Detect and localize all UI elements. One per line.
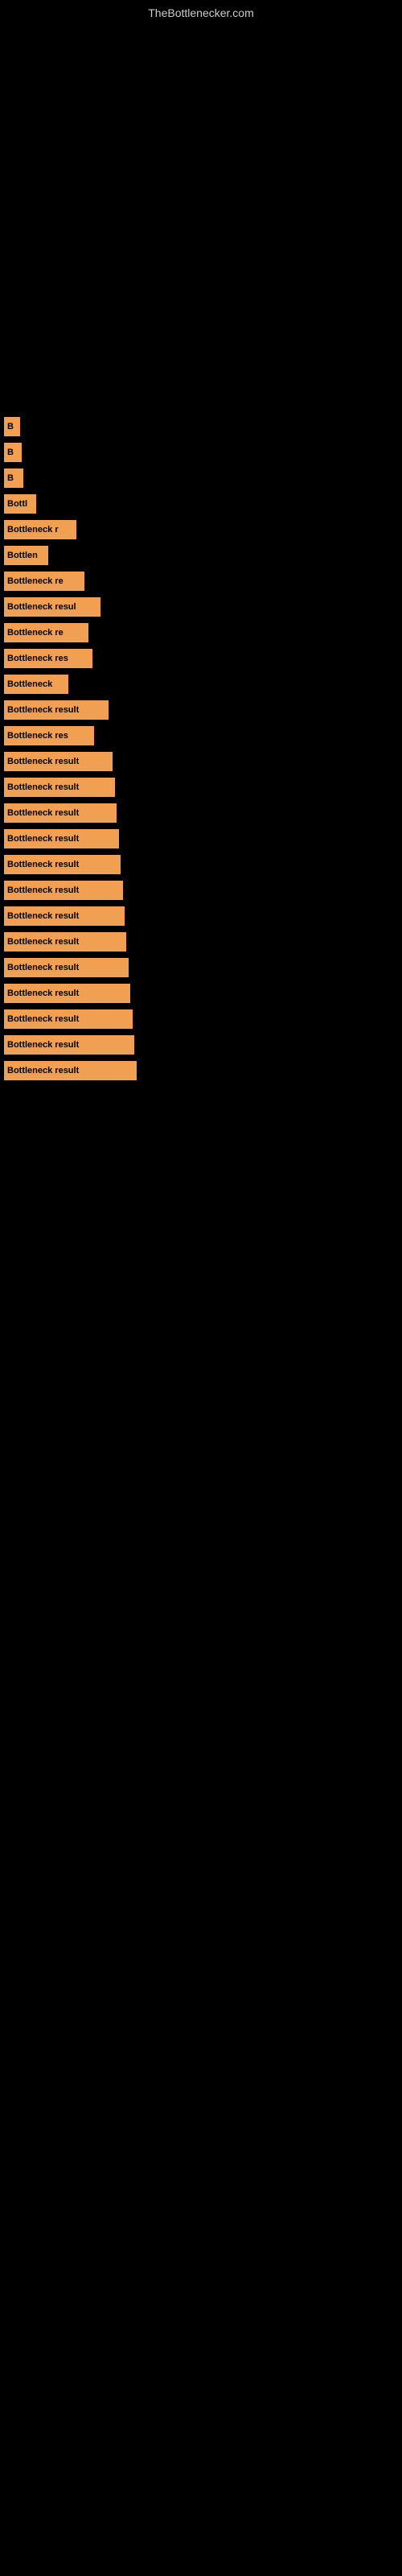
chart-background [0, 23, 402, 409]
bottleneck-result-bar: Bottleneck res [4, 649, 92, 668]
bottleneck-result-bar: Bottlen [4, 546, 48, 565]
result-item: Bottleneck result [4, 1009, 398, 1029]
bottleneck-result-bar: Bottleneck re [4, 623, 88, 642]
result-item: Bottleneck result [4, 984, 398, 1003]
result-item: Bottleneck r [4, 520, 398, 539]
bottleneck-result-bar: B [4, 443, 22, 462]
result-item: Bottleneck result [4, 906, 398, 926]
result-item: Bottleneck result [4, 829, 398, 848]
bottleneck-result-bar: Bottleneck [4, 675, 68, 694]
bottleneck-result-bar: Bottleneck result [4, 829, 119, 848]
bottleneck-result-bar: Bottleneck result [4, 1061, 137, 1080]
result-item: B [4, 443, 398, 462]
bottleneck-result-bar: Bottleneck result [4, 700, 109, 720]
bottleneck-result-bar: Bottleneck res [4, 726, 94, 745]
bottleneck-result-bar: Bottleneck result [4, 932, 126, 952]
result-item: Bottl [4, 494, 398, 514]
bottleneck-result-bar: B [4, 417, 20, 436]
bottleneck-result-bar: Bottleneck result [4, 803, 117, 823]
bottleneck-result-bar: Bottleneck result [4, 1009, 133, 1029]
bottleneck-result-bar: Bottl [4, 494, 36, 514]
result-item: B [4, 469, 398, 488]
result-item: Bottleneck result [4, 881, 398, 900]
result-item: Bottleneck res [4, 649, 398, 668]
bottleneck-result-bar: Bottleneck result [4, 752, 113, 771]
result-item: Bottleneck res [4, 726, 398, 745]
bottleneck-result-bar: Bottleneck result [4, 778, 115, 797]
bottleneck-result-bar: Bottleneck result [4, 855, 121, 874]
result-item: Bottleneck re [4, 623, 398, 642]
site-title: TheBottlenecker.com [0, 0, 402, 23]
result-item: Bottleneck result [4, 778, 398, 797]
result-item: Bottlen [4, 546, 398, 565]
result-item: Bottleneck re [4, 572, 398, 591]
chart-area [0, 23, 402, 409]
bottleneck-result-bar: Bottleneck result [4, 984, 130, 1003]
result-item: Bottleneck result [4, 803, 398, 823]
result-item: Bottleneck result [4, 932, 398, 952]
result-item: Bottleneck resul [4, 597, 398, 617]
bottleneck-result-bar: Bottleneck resul [4, 597, 100, 617]
bottleneck-result-bar: Bottleneck re [4, 572, 84, 591]
result-item: Bottleneck result [4, 958, 398, 977]
result-item: B [4, 417, 398, 436]
bottleneck-result-bar: Bottleneck r [4, 520, 76, 539]
results-section: BBBBottlBottleneck rBottlenBottleneck re… [0, 409, 402, 1095]
result-item: Bottleneck result [4, 1035, 398, 1055]
result-item: Bottleneck result [4, 1061, 398, 1080]
bottleneck-result-bar: Bottleneck result [4, 1035, 134, 1055]
result-item: Bottleneck result [4, 700, 398, 720]
bottleneck-result-bar: B [4, 469, 23, 488]
result-item: Bottleneck result [4, 752, 398, 771]
bottleneck-result-bar: Bottleneck result [4, 906, 125, 926]
result-item: Bottleneck result [4, 855, 398, 874]
bottleneck-result-bar: Bottleneck result [4, 881, 123, 900]
bottleneck-result-bar: Bottleneck result [4, 958, 129, 977]
result-item: Bottleneck [4, 675, 398, 694]
